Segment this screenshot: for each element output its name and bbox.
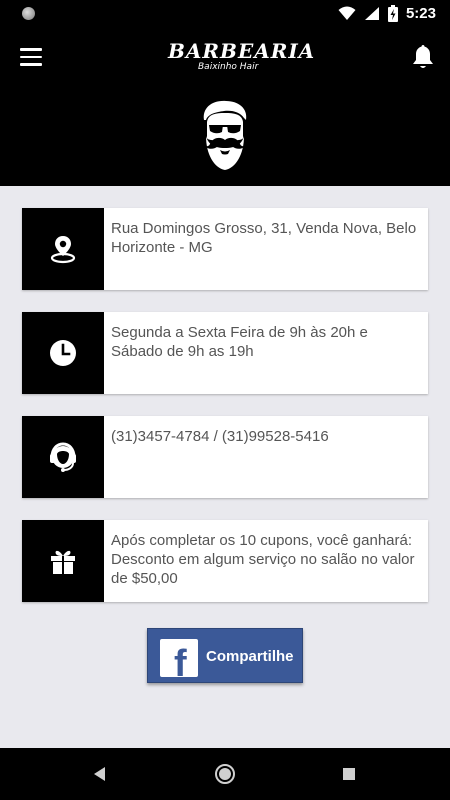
facebook-icon: f xyxy=(160,639,198,677)
brand-subtitle: Baixinho Hair xyxy=(198,62,259,72)
card-icon-box xyxy=(22,208,104,290)
card-icon-box xyxy=(22,416,104,498)
system-nav-bar xyxy=(0,748,450,800)
bearded-man-icon xyxy=(203,100,247,170)
status-icons: 5:23 xyxy=(338,5,436,22)
facebook-share-button[interactable]: f Compartilhe xyxy=(147,628,303,683)
phone-text: (31)3457-4784 / (31)99528-5416 xyxy=(111,428,329,445)
home-icon[interactable] xyxy=(213,762,237,786)
card-icon-box xyxy=(22,520,104,602)
location-pin-icon xyxy=(50,236,76,264)
wifi-icon xyxy=(338,6,356,20)
signal-icon xyxy=(364,7,379,20)
card-icon-box xyxy=(22,312,104,394)
bell-icon[interactable] xyxy=(412,44,434,70)
menu-icon[interactable] xyxy=(20,48,42,66)
brand-title: BARBEARIA xyxy=(168,39,316,63)
status-time: 5:23 xyxy=(405,5,436,22)
address-text: Rua Domingos Grosso, 31, Venda Nova, Bel… xyxy=(111,220,417,256)
hours-card[interactable]: Segunda a Sexta Feira de 9h às 20h e Sáb… xyxy=(22,312,428,394)
coupon-card[interactable]: Após completar os 10 cupons, você ganhar… xyxy=(22,520,428,602)
address-card[interactable]: Rua Domingos Grosso, 31, Venda Nova, Bel… xyxy=(22,208,428,290)
phone-card[interactable]: (31)3457-4784 / (31)99528-5416 xyxy=(22,416,428,498)
back-icon[interactable] xyxy=(88,762,112,786)
share-button-label: Compartilhe xyxy=(206,648,294,665)
gift-icon xyxy=(51,550,75,574)
coupon-text: Após completar os 10 cupons, você ganhar… xyxy=(111,532,415,587)
notification-dot-icon xyxy=(22,7,35,20)
status-bar: 5:23 xyxy=(0,0,450,28)
recents-icon[interactable] xyxy=(337,762,361,786)
headset-icon xyxy=(50,442,76,472)
hours-text: Segunda a Sexta Feira de 9h às 20h e Sáb… xyxy=(111,324,368,360)
brand-logo: BARBEARIA Baixinho Hair xyxy=(168,39,316,76)
battery-charging-icon xyxy=(387,5,398,22)
clock-icon xyxy=(50,340,76,366)
app-header: BARBEARIA Baixinho Hair xyxy=(0,28,450,186)
